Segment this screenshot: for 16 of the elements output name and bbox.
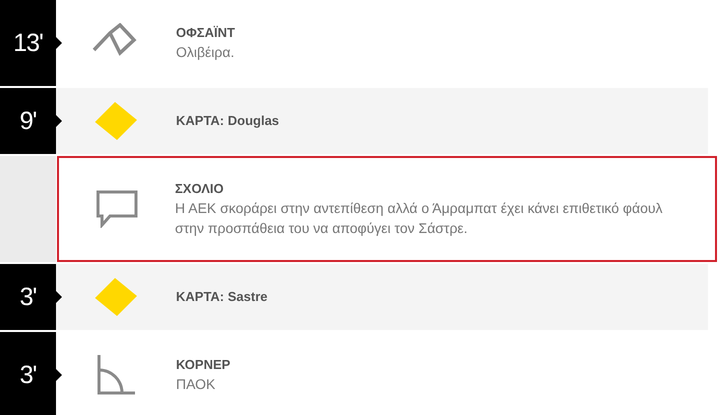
event-detail: Ολιβέιρα.	[176, 43, 236, 62]
event-title: ΟΦΣΑΪΝΤ	[176, 24, 236, 42]
speech-bubble-icon	[96, 190, 138, 228]
card-icon	[94, 277, 138, 317]
event-title: ΚΑΡΤΑ: Douglas	[176, 112, 280, 130]
minute-badge: 13'	[0, 0, 62, 86]
card-icon	[94, 101, 138, 141]
minute-badge: 9'	[0, 88, 62, 154]
minute-badge: 3'	[0, 332, 62, 415]
minute-badge: 3'	[0, 264, 62, 330]
event-title: ΣΧΟΛΙΟ	[175, 180, 225, 198]
corner-icon	[96, 355, 136, 395]
event-detail: Η ΑΕΚ σκοράρει στην αντεπίθεση αλλά ο Άμραμπατ έχει κάνει επιθετικό φάουλ στην προσπάθεια του να αποφύγει τον Σάστρε.	[175, 199, 664, 238]
event-title: ΚΟΡΝΕΡ	[176, 356, 232, 374]
event-detail: ΠΑΟΚ	[176, 375, 216, 394]
event-title: ΚΑΡΤΑ: Sastre	[176, 288, 269, 306]
